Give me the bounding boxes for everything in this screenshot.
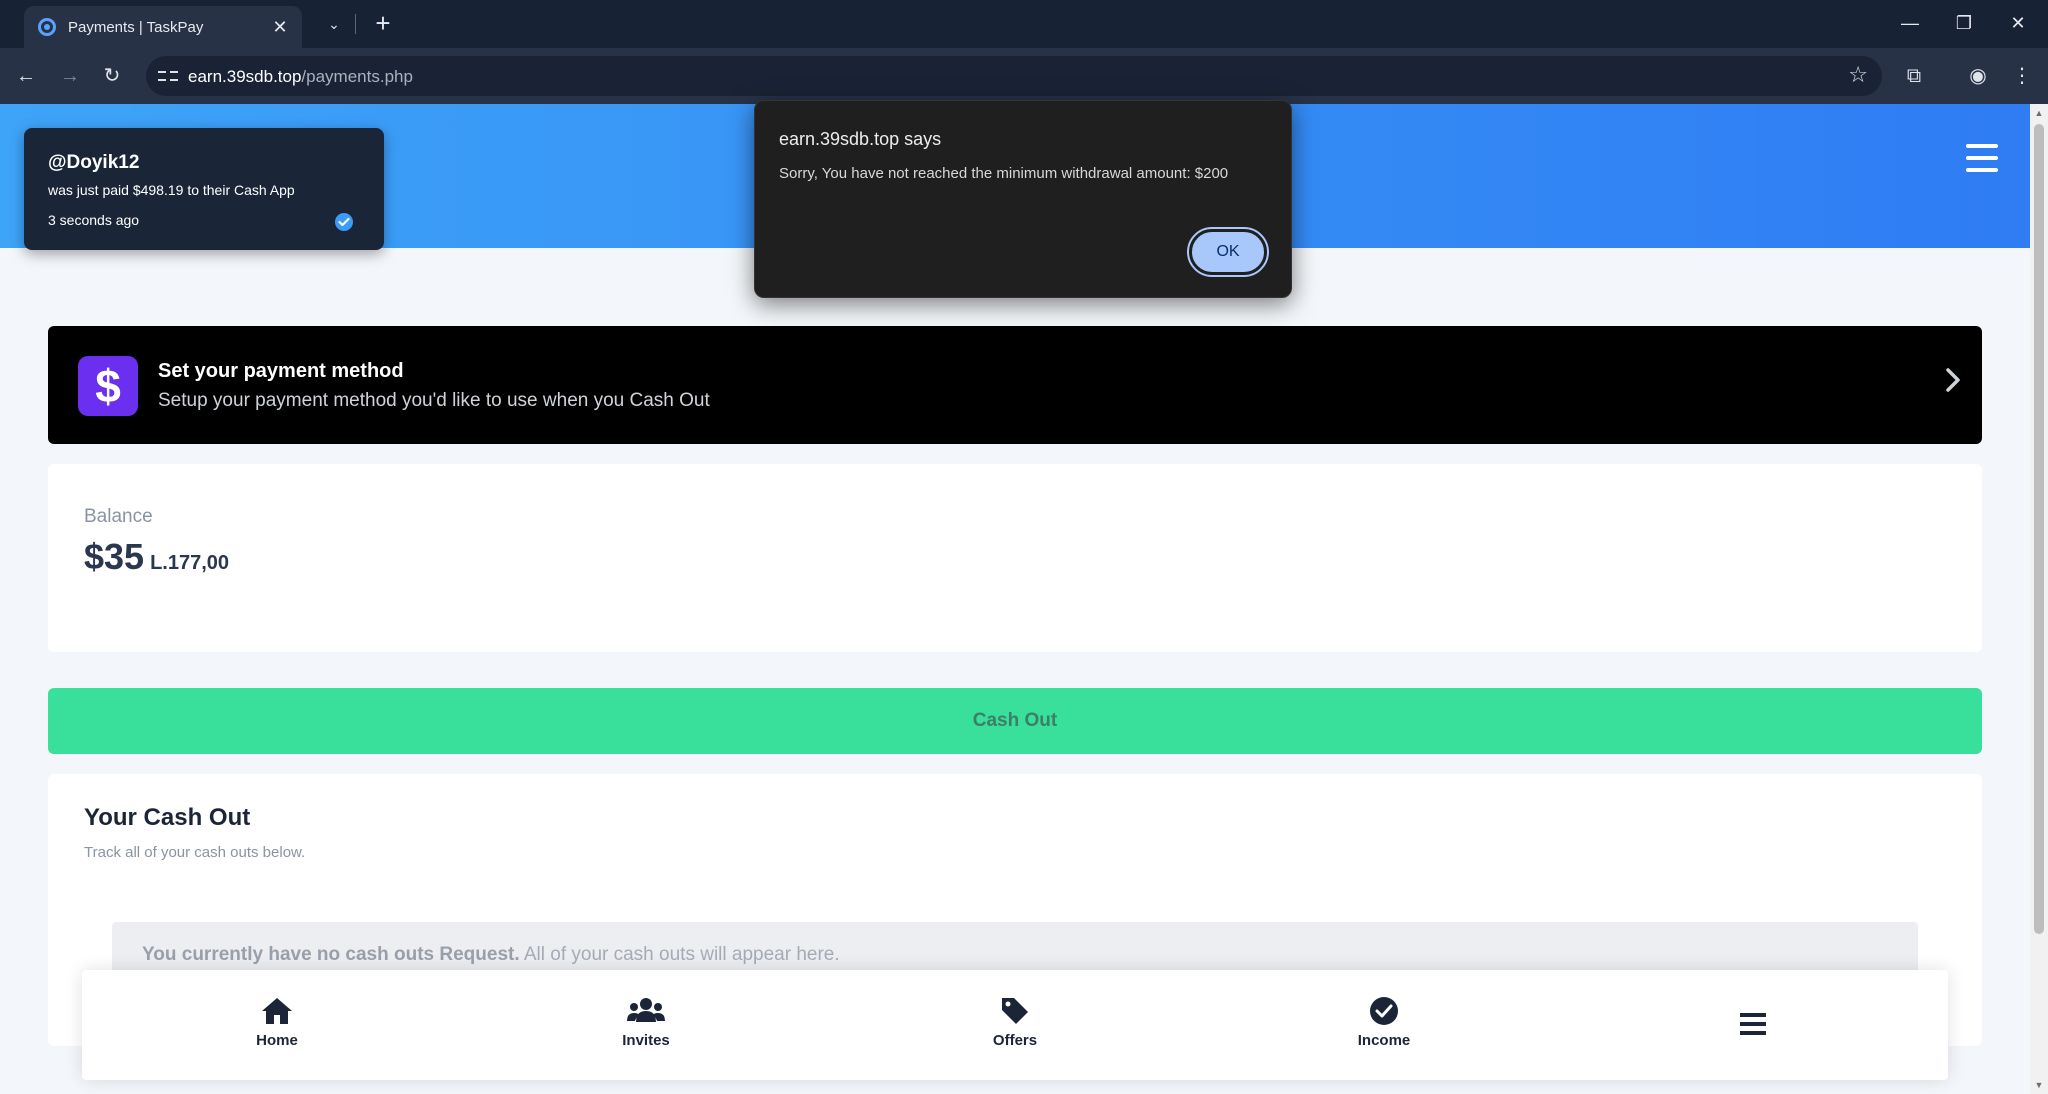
- close-tab-icon[interactable]: ✕: [270, 17, 290, 38]
- toast-username: @Doyik12: [48, 152, 140, 173]
- new-tab-button[interactable]: +: [368, 8, 398, 38]
- site-info-icon[interactable]: [156, 64, 180, 88]
- empty-state-bold: You currently have no cash outs Request.: [142, 944, 520, 965]
- cash-out-history-title: Your Cash Out: [84, 804, 251, 831]
- alert-dialog: earn.39sdb.top says Sorry, You have not …: [754, 100, 1292, 298]
- reload-icon[interactable]: ↻: [96, 60, 128, 92]
- home-icon: [217, 996, 337, 1026]
- restore-icon[interactable]: ❐: [1944, 8, 1984, 38]
- profile-icon[interactable]: ◉: [1962, 60, 1994, 92]
- menu-icon: [1693, 1012, 1813, 1042]
- tab-list-chevron-icon[interactable]: ⌄: [322, 12, 346, 36]
- balance-card: Balance $35 L.177,00: [48, 464, 1982, 652]
- balance-amount: $35 L.177,00: [84, 536, 229, 578]
- header-menu-icon[interactable]: [1966, 144, 1998, 172]
- dialog-title: earn.39sdb.top says: [779, 129, 942, 149]
- balance-usd: $35: [84, 536, 145, 577]
- browser-tab-bar: Payments | TaskPay ✕ ⌄ + — ❐ ✕: [0, 0, 2048, 48]
- url-path: /payments.php: [301, 67, 413, 86]
- cash-out-button[interactable]: Cash Out: [48, 688, 1982, 754]
- cash-out-history-subtitle: Track all of your cash outs below.: [84, 844, 306, 861]
- browser-toolbar: ← → ↻ earn.39sdb.top/payments.php ☆ ⧉ ◉ …: [0, 48, 2048, 104]
- tab-title: Payments | TaskPay: [68, 18, 204, 36]
- scroll-up-icon[interactable]: ▲: [2034, 108, 2044, 118]
- users-icon: [586, 996, 706, 1026]
- empty-state-text: All of your cash outs will appear here.: [519, 944, 840, 965]
- nav-item-offers[interactable]: Offers: [955, 996, 1075, 1049]
- cash-app-icon: $: [78, 356, 138, 416]
- toast-time: 3 seconds ago: [48, 212, 140, 228]
- dialog-message: Sorry, You have not reached the minimum …: [779, 165, 1229, 182]
- tag-icon: [955, 996, 1075, 1026]
- bottom-navigation: Home Invites Offers Income: [82, 970, 1948, 1080]
- balance-label: Balance: [84, 506, 153, 527]
- browser-menu-icon[interactable]: ⋮: [2006, 60, 2038, 92]
- page-scrollbar[interactable]: ▲ ▼: [2030, 104, 2048, 1094]
- toast-message: was just paid $498.19 to their Cash App: [48, 182, 295, 198]
- address-bar[interactable]: earn.39sdb.top/payments.php ☆: [146, 56, 1882, 96]
- balance-local-currency: L.177,00: [150, 552, 230, 574]
- back-icon[interactable]: ←: [10, 60, 42, 92]
- nav-item-home[interactable]: Home: [217, 996, 337, 1049]
- nav-item-menu[interactable]: [1693, 1012, 1813, 1042]
- nav-label-home: Home: [256, 1032, 298, 1049]
- check-circle-icon: [1324, 996, 1444, 1026]
- verified-check-icon: [335, 213, 353, 231]
- tab-separator: [355, 14, 356, 34]
- payment-method-title: Set your payment method: [158, 360, 404, 382]
- bookmark-star-icon[interactable]: ☆: [1848, 62, 1868, 88]
- url-host: earn.39sdb.top: [188, 67, 302, 86]
- close-window-icon[interactable]: ✕: [1998, 8, 2038, 38]
- site-favicon-icon: [38, 18, 56, 36]
- extensions-icon[interactable]: ⧉: [1898, 60, 1930, 92]
- chevron-right-icon: [1946, 368, 1960, 392]
- dialog-ok-button[interactable]: OK: [1187, 227, 1269, 277]
- scroll-down-icon[interactable]: ▼: [2034, 1080, 2044, 1090]
- forward-icon[interactable]: →: [54, 60, 86, 92]
- scroll-thumb[interactable]: [2034, 124, 2044, 934]
- url-text[interactable]: earn.39sdb.top/payments.php: [188, 67, 413, 87]
- browser-tab[interactable]: Payments | TaskPay ✕: [24, 6, 302, 48]
- payout-toast: @Doyik12 was just paid $498.19 to their …: [24, 128, 384, 250]
- nav-label-invites: Invites: [622, 1032, 670, 1049]
- nav-label-income: Income: [1357, 1032, 1411, 1049]
- payment-method-subtitle: Setup your payment method you'd like to …: [158, 390, 710, 411]
- nav-item-income[interactable]: Income: [1324, 996, 1444, 1049]
- minimize-icon[interactable]: —: [1890, 8, 1930, 38]
- nav-label-offers: Offers: [992, 1032, 1038, 1049]
- nav-item-invites[interactable]: Invites: [586, 996, 706, 1049]
- payment-method-banner[interactable]: $ Set your payment method Setup your pay…: [48, 326, 1982, 444]
